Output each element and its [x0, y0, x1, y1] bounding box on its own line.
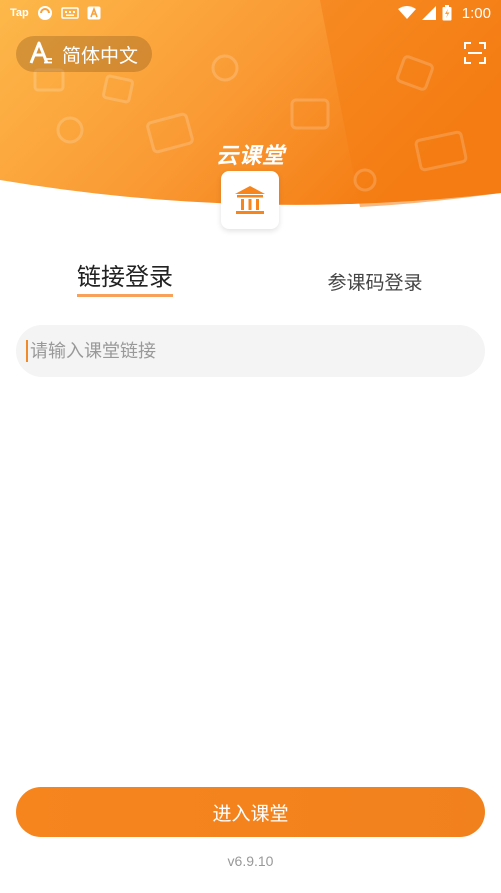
enter-classroom-button[interactable]: 进入课堂 [16, 787, 485, 837]
tab-code-login-label: 参课码登录 [327, 272, 423, 294]
language-label: 简体中文 [62, 44, 139, 67]
text-caret [26, 340, 28, 362]
battery-icon [442, 5, 452, 21]
login-tabs: 链接登录 参课码登录 [0, 262, 501, 312]
wifi-icon [397, 6, 416, 19]
app-notification-icon [87, 6, 101, 20]
status-bar: Tap 1:00 [0, 0, 501, 26]
brand-title: 云课堂 [215, 144, 285, 169]
tab-link-login-label: 链接登录 [77, 262, 173, 297]
link-input-container[interactable] [16, 325, 485, 377]
tab-code-login[interactable]: 参课码登录 [300, 262, 450, 304]
scan-icon[interactable] [463, 41, 487, 65]
classroom-building-icon [235, 186, 265, 214]
version-label: v6.9.10 [227, 853, 274, 869]
sync-icon [37, 6, 52, 20]
keyboard-icon [61, 7, 79, 19]
status-time: 1:00 [461, 4, 491, 22]
tab-link-login[interactable]: 链接登录 [50, 262, 200, 297]
translate-icon [29, 41, 52, 64]
link-input[interactable] [30, 340, 470, 362]
signal-icon [421, 6, 436, 20]
status-tap-label: Tap [10, 7, 29, 19]
app-logo [221, 171, 279, 229]
language-switch-button[interactable]: 简体中文 [16, 36, 153, 72]
